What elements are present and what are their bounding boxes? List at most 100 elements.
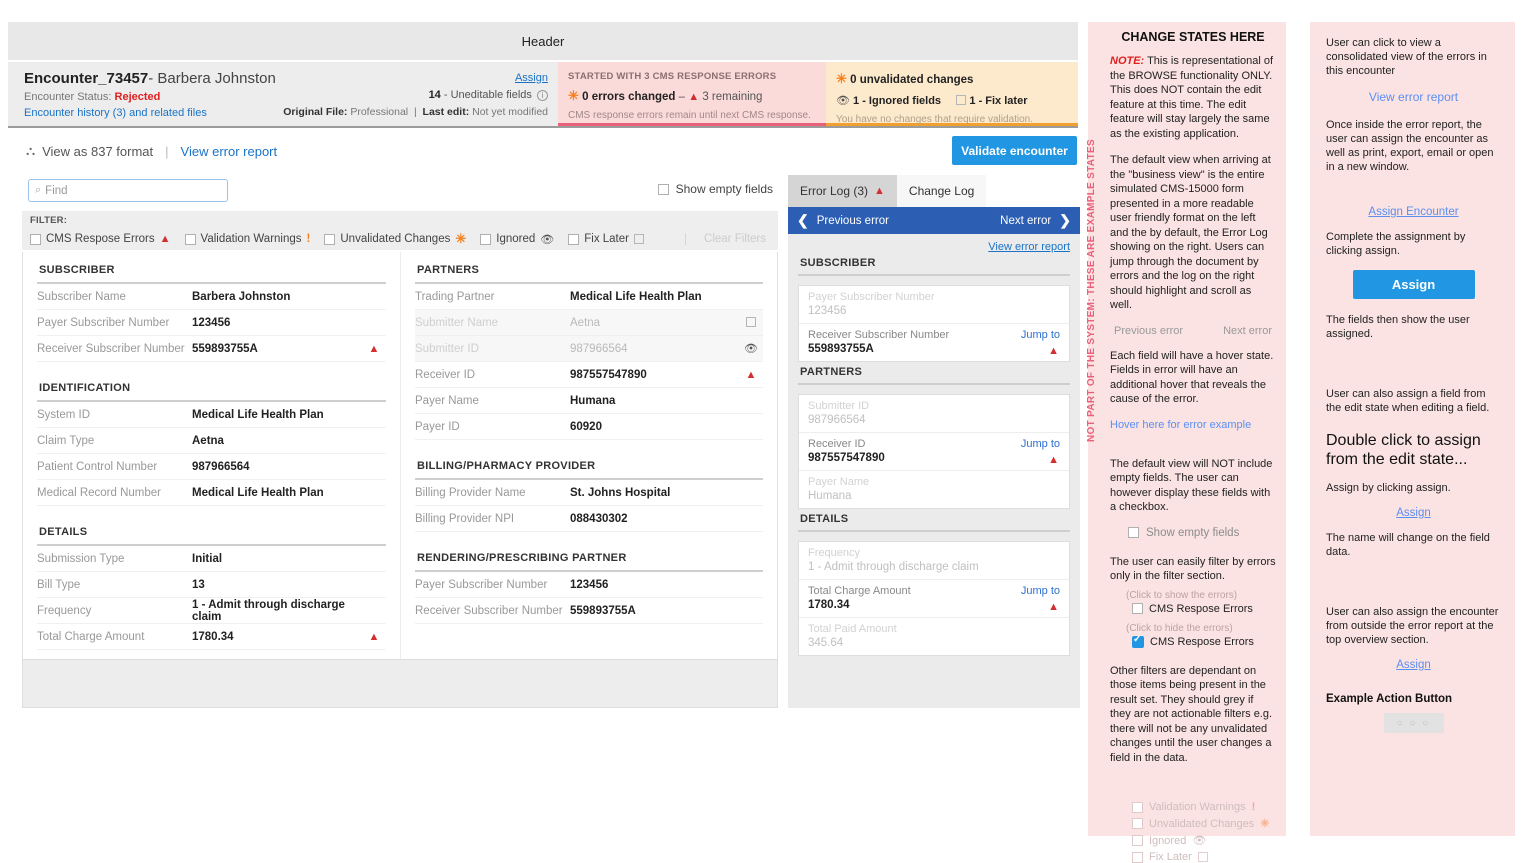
demo-previous-error[interactable]: Previous error — [1114, 325, 1183, 337]
table-row[interactable]: Billing Provider Name St. Johns Hospital — [415, 480, 763, 506]
table-row[interactable]: Submission Type Initial — [37, 546, 386, 572]
error-log-tabs: Error Log (3) ▲ Change Log — [788, 175, 1080, 207]
field-label: Billing Provider Name — [415, 486, 526, 499]
filter-label: Ignored — [496, 233, 536, 245]
checkbox-checked-icon[interactable] — [1132, 634, 1144, 648]
table-row[interactable]: Patient Control Number 987966564 — [37, 454, 386, 480]
filter-label: Validation Warnings — [200, 233, 302, 245]
table-row[interactable]: Medical Record Number Medical Life Health… — [37, 480, 386, 506]
table-row[interactable]: Submitter Name Aetna — [415, 310, 763, 336]
search-box[interactable]: ⌕ — [28, 179, 228, 202]
annotation-assign-encounter-link[interactable]: Assign Encounter — [1326, 206, 1501, 218]
checkbox-icon[interactable] — [568, 233, 580, 245]
table-row[interactable]: Subscriber Name Barbera Johnston — [37, 284, 386, 310]
greyed-filter-ignored: Ignored 👁 — [1132, 834, 1276, 847]
greyed-filter-label: Unvalidated Changes — [1149, 817, 1255, 830]
jump-to-link[interactable]: Jump to — [1021, 438, 1060, 450]
error-row[interactable]: Receiver ID 987557547890 Jump to ▲ — [799, 433, 1069, 471]
warning-triangle-icon: ▲ — [1048, 454, 1059, 466]
error-card: Submitter ID 987966564 Receiver ID 98755754… — [798, 394, 1070, 509]
table-row[interactable]: Bill Type 13 — [37, 572, 386, 598]
filter-cms-response-errors[interactable]: CMS Respose Errors ▲ — [30, 233, 171, 245]
warning-triangle-icon: ▲ — [688, 91, 700, 103]
view-error-report-link[interactable]: View error report — [181, 144, 278, 159]
error-row[interactable]: Submitter ID 987966564 — [799, 395, 1069, 433]
error-nav-bar: ❮ Previous error Next error ❯ — [788, 207, 1080, 234]
demo-filter-checked[interactable]: CMS Respose Errors — [1132, 634, 1276, 648]
checkbox-icon[interactable] — [184, 233, 196, 245]
table-row[interactable]: Payer Subscriber Number 123456 — [415, 572, 763, 598]
previous-error-button[interactable]: ❮ Previous error — [797, 212, 889, 229]
next-error-button[interactable]: Next error ❯ — [1000, 212, 1071, 229]
table-row[interactable]: Claim Type Aetna — [37, 428, 386, 454]
tab-error-log[interactable]: Error Log (3) ▲ — [788, 175, 897, 207]
clear-filters-button[interactable]: Clear Filters — [685, 233, 766, 245]
checkbox-icon[interactable] — [657, 183, 669, 195]
error-row[interactable]: Total Charge Amount 1780.34 Jump to ▲ — [799, 580, 1069, 618]
table-row[interactable]: Receiver ID 987557547890 ▲ — [415, 362, 763, 388]
table-row[interactable]: Receiver Subscriber Number 559893755A — [415, 598, 763, 624]
table-row[interactable]: Payer ID 60920 — [415, 414, 763, 440]
field-status-icon: ▲ — [739, 369, 763, 381]
field-value: Initial — [192, 552, 223, 565]
view-error-report-link[interactable]: View error report — [988, 241, 1070, 253]
jump-to-link[interactable]: Jump to — [1021, 585, 1060, 597]
validate-encounter-button[interactable]: Validate encounter — [952, 136, 1077, 165]
error-row[interactable]: Payer Name Humana — [799, 471, 1069, 508]
filter-unvalidated-changes[interactable]: Unvalidated Changes ✳ — [324, 231, 466, 247]
hover-error-example-link[interactable]: Hover here for error example — [1110, 419, 1276, 431]
demo-filter-unchecked[interactable]: CMS Respose Errors — [1132, 603, 1276, 615]
annotation-assign-outside: User can also assign the encounter from … — [1326, 606, 1499, 646]
demo-show-empty-fields[interactable]: Show empty fields — [1128, 527, 1276, 539]
info-icon[interactable]: i — [537, 89, 548, 101]
table-row[interactable]: Receiver Subscriber Number 559893755A ▲ — [37, 336, 386, 362]
table-row[interactable]: Billing Provider NPI 088430302 — [415, 506, 763, 532]
chevron-left-icon: ❮ — [797, 212, 809, 228]
error-row[interactable]: Total Paid Amount 345.64 — [799, 618, 1069, 655]
table-row[interactable]: Payer Name Humana — [415, 388, 763, 414]
checkbox-icon[interactable] — [1128, 527, 1139, 538]
table-row[interactable]: System ID Medical Life Health Plan — [37, 402, 386, 428]
filter-fix-later[interactable]: Fix Later — [568, 233, 644, 245]
table-row[interactable]: Submitter ID 987966564 👁 — [415, 336, 763, 362]
annotation-assign-link-2[interactable]: Assign — [1326, 659, 1501, 671]
annotation-panel-change-states: NOT PART OF THE SYSTEM: THESE ARE EXAMPL… — [1086, 22, 1286, 863]
warning-triangle-icon: ▲ — [874, 185, 885, 197]
field-label: Total Charge Amount — [37, 630, 145, 643]
table-row[interactable]: Total Charge Amount 1780.34 ▲ — [37, 624, 386, 650]
annotation-view-error-report-link[interactable]: View error report — [1326, 90, 1501, 104]
panel-footer — [23, 659, 777, 707]
error-row[interactable]: Payer Subscriber Number 123456 — [799, 286, 1069, 324]
error-card: Payer Subscriber Number 123456 Receiver Su… — [798, 285, 1070, 362]
error-section-header: SUBSCRIBER — [798, 253, 1070, 276]
demo-filter-checked-label: CMS Respose Errors — [1150, 635, 1254, 648]
annotation-other-filters: Other filters are dependant on those ite… — [1110, 664, 1273, 764]
filter-label: CMS Respose Errors — [46, 233, 155, 245]
tab-change-log[interactable]: Change Log — [896, 175, 987, 207]
table-row[interactable]: Frequency 1 - Admit through discharge cla… — [37, 598, 386, 624]
example-action-button[interactable]: ○ ○ ○ — [1383, 713, 1444, 733]
assign-link[interactable]: Assign — [515, 72, 548, 84]
checkbox-icon[interactable] — [480, 233, 492, 245]
field-status-icon: ▲ — [362, 631, 386, 643]
demo-next-error[interactable]: Next error — [1223, 325, 1272, 337]
annotation-assign-link-1[interactable]: Assign — [1326, 507, 1501, 519]
error-field-value: 987966564 — [808, 414, 866, 426]
field-label: Billing Provider NPI — [415, 512, 515, 525]
search-input[interactable] — [45, 184, 221, 197]
checkbox-icon — [1132, 835, 1143, 846]
error-row[interactable]: Frequency 1 - Admit through discharge cla… — [799, 542, 1069, 580]
table-row[interactable]: Payer Subscriber Number 123456 — [37, 310, 386, 336]
checkbox-icon[interactable] — [30, 233, 41, 245]
filter-ignored[interactable]: Ignored 👁 — [480, 233, 554, 246]
error-row[interactable]: Receiver Subscriber Number 559893755A Jump… — [799, 324, 1069, 361]
format-label[interactable]: View as 837 format — [42, 144, 153, 159]
checkbox-icon[interactable] — [324, 233, 336, 245]
jump-to-link[interactable]: Jump to — [1021, 329, 1060, 341]
filter-validation-warnings[interactable]: Validation Warnings ! — [184, 233, 310, 245]
annotation-assign-button[interactable]: Assign — [1352, 270, 1475, 299]
table-row[interactable]: Trading Partner Medical Life Health Plan — [415, 284, 763, 310]
show-empty-fields-toggle[interactable]: Show empty fields — [657, 182, 773, 196]
checkbox-icon[interactable] — [1132, 603, 1143, 614]
field-value: 123456 — [192, 316, 231, 329]
